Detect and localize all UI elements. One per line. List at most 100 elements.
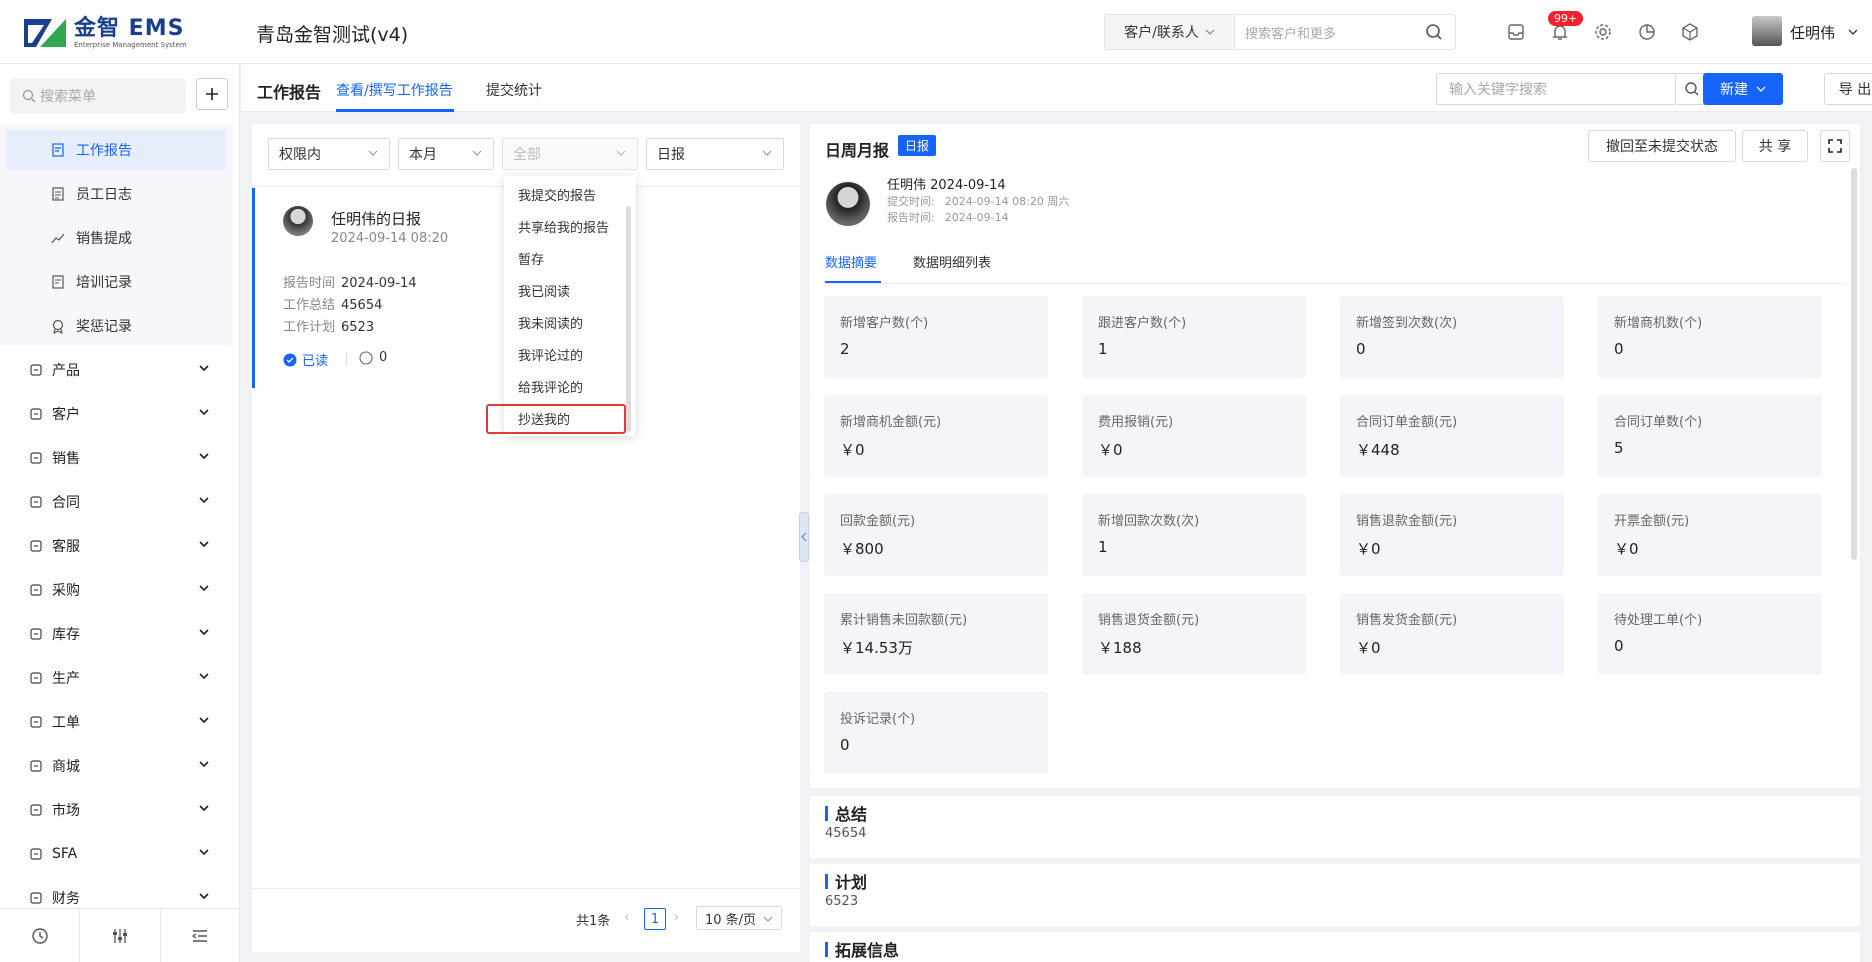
chevron-left-icon[interactable]: ‹: [624, 910, 629, 925]
sidebar-item-reward[interactable]: 奖惩记录: [6, 306, 226, 346]
sidebar-group-6[interactable]: 采购: [0, 568, 232, 612]
stat-card: 新增回款次数(次) 1: [1082, 494, 1306, 576]
active-tab-indicator: [825, 281, 881, 283]
pie-chart-icon[interactable]: [1635, 20, 1659, 44]
stat-label: 开票金额(元): [1614, 514, 1690, 529]
revert-button[interactable]: 撤回至未提交状态: [1588, 130, 1736, 162]
chevron-down-icon: [616, 150, 626, 156]
stat-label: 新增签到次数(次): [1356, 316, 1458, 331]
stat-value: ￥448: [1356, 441, 1400, 459]
tab-data-summary[interactable]: 数据摘要: [825, 252, 877, 271]
cube-icon[interactable]: [1678, 20, 1702, 44]
new-button[interactable]: 新建: [1703, 73, 1783, 105]
share-button[interactable]: 共 享: [1742, 130, 1808, 162]
dropdown-option-unread[interactable]: 我未阅读的: [518, 313, 583, 332]
stat-value: ￥0: [1356, 639, 1381, 657]
export-button[interactable]: 导 出: [1824, 73, 1872, 105]
commission-icon: [51, 233, 65, 244]
menu-search-input[interactable]: 搜索菜单: [10, 78, 186, 114]
sidebar-item-label: 员工日志: [76, 187, 132, 203]
sidebar-group-13[interactable]: 财务: [0, 876, 232, 920]
tab-data-detail-list[interactable]: 数据明细列表: [913, 252, 991, 271]
sidebar-group-9[interactable]: 工单: [0, 700, 232, 744]
app-logo[interactable]: 金智 EMS Enterprise Management System: [22, 14, 187, 52]
dropdown-scrollbar[interactable]: [626, 206, 631, 432]
sidebar-group-label: 工单: [52, 715, 80, 731]
sidebar-item-work-report[interactable]: 工作报告: [6, 130, 226, 170]
fullscreen-button[interactable]: [1820, 130, 1850, 162]
user-avatar[interactable]: [1752, 16, 1782, 46]
sidebar-group-3[interactable]: 销售: [0, 436, 232, 480]
sidebar-group-2[interactable]: 客户: [0, 392, 232, 436]
gear-icon[interactable]: [1591, 20, 1615, 44]
chevron-right-icon[interactable]: ›: [674, 910, 679, 925]
extension-section: 拓展信息: [810, 932, 1860, 962]
dropdown-option-submitted[interactable]: 我提交的报告: [518, 185, 596, 204]
keyword-search-input[interactable]: 输入关键字搜索: [1436, 73, 1676, 105]
dropdown-option-draft[interactable]: 暂存: [518, 249, 544, 268]
stat-value: ￥800: [840, 540, 884, 558]
sidebar-group-11[interactable]: 市场: [0, 788, 232, 832]
chevron-down-icon[interactable]: [1848, 28, 1858, 36]
stat-label: 销售发货金额(元): [1356, 613, 1458, 628]
period-filter-select[interactable]: 本月: [398, 138, 494, 170]
field-value: 2024-09-14: [341, 276, 417, 291]
scope-filter-select[interactable]: 权限内: [268, 138, 390, 170]
tab-view-write-report[interactable]: 查看/撰写工作报告: [336, 80, 453, 100]
sidebar-group-4[interactable]: 合同: [0, 480, 232, 524]
user-name[interactable]: 任明伟: [1790, 22, 1835, 43]
search-icon[interactable]: [1425, 23, 1443, 41]
sidebar-item-employee-log[interactable]: 员工日志: [6, 174, 226, 214]
status-filter-select[interactable]: 全部: [502, 138, 638, 170]
pagination-page-button[interactable]: 1: [644, 908, 666, 930]
global-search-box: 客户/联系人 搜索客户和更多: [1104, 14, 1456, 50]
global-search-placeholder: 搜索客户和更多: [1245, 26, 1337, 42]
sidebar-group-label: 库存: [52, 627, 80, 643]
plan-section: 计划 6523: [810, 864, 1860, 926]
stat-value: ￥0: [1356, 540, 1381, 558]
dropdown-option-commented[interactable]: 我评论过的: [518, 345, 583, 364]
sidebar: 搜索菜单 工作报告 员工日志 销售提成 培训记录 奖惩记录 产品 客户 销售 合…: [0, 64, 240, 962]
sidebar-group-label: 客服: [52, 539, 80, 555]
chevron-down-icon: [198, 846, 210, 862]
stat-value: ￥0: [1614, 540, 1639, 558]
highlight-box: [486, 404, 626, 434]
sidebar-group-7[interactable]: 库存: [0, 612, 232, 656]
sidebar-group-5[interactable]: 客服: [0, 524, 232, 568]
logo-mark-icon: [22, 15, 68, 51]
stat-value: ￥0: [1098, 441, 1123, 459]
detail-scrollbar[interactable]: [1851, 168, 1857, 560]
report-card-time: 2024-09-14 08:20: [331, 231, 449, 246]
stat-label: 新增商机数(个): [1614, 316, 1703, 331]
chevron-down-icon: [368, 150, 378, 156]
type-filter-select[interactable]: 日报: [646, 138, 784, 170]
purchase-icon: [28, 582, 44, 598]
sidebar-group-10[interactable]: 商城: [0, 744, 232, 788]
page-size-select[interactable]: 10 条/页: [696, 906, 782, 930]
chevron-down-icon: [762, 150, 772, 156]
type-filter-value: 日报: [657, 147, 685, 163]
sidebar-item-training[interactable]: 培训记录: [6, 262, 226, 302]
extension-title: 拓展信息: [835, 941, 900, 960]
sidebar-group-8[interactable]: 生产: [0, 656, 232, 700]
inbox-icon[interactable]: [1504, 20, 1528, 44]
section-marker: [825, 942, 828, 957]
sidebar-group-1[interactable]: 产品: [0, 348, 232, 392]
stat-card: 新增客户数(个) 2: [824, 296, 1048, 378]
sidebar-group-12[interactable]: SFA: [0, 832, 232, 876]
tab-submit-stats[interactable]: 提交统计: [486, 80, 542, 100]
comment-count[interactable]: 0: [359, 350, 387, 365]
app-header: 金智 EMS Enterprise Management System 青岛金智…: [0, 0, 1872, 64]
stat-label: 销售退款金额(元): [1356, 514, 1458, 529]
search-scope-select[interactable]: 客户/联系人: [1105, 15, 1235, 49]
dropdown-option-read[interactable]: 我已阅读: [518, 281, 570, 300]
dropdown-option-shared-with-me[interactable]: 共享给我的报告: [518, 217, 609, 236]
sidebar-item-label: 培训记录: [76, 275, 132, 291]
global-search-input[interactable]: 搜索客户和更多: [1235, 15, 1455, 49]
sidebar-item-sales-commission[interactable]: 销售提成: [6, 218, 226, 258]
panel-collapse-handle[interactable]: [799, 512, 809, 562]
dropdown-option-commented-to-me[interactable]: 给我评论的: [518, 377, 583, 396]
add-menu-button[interactable]: [196, 78, 228, 110]
contract-icon: [28, 494, 44, 510]
menu-search-placeholder: 搜索菜单: [40, 89, 96, 105]
